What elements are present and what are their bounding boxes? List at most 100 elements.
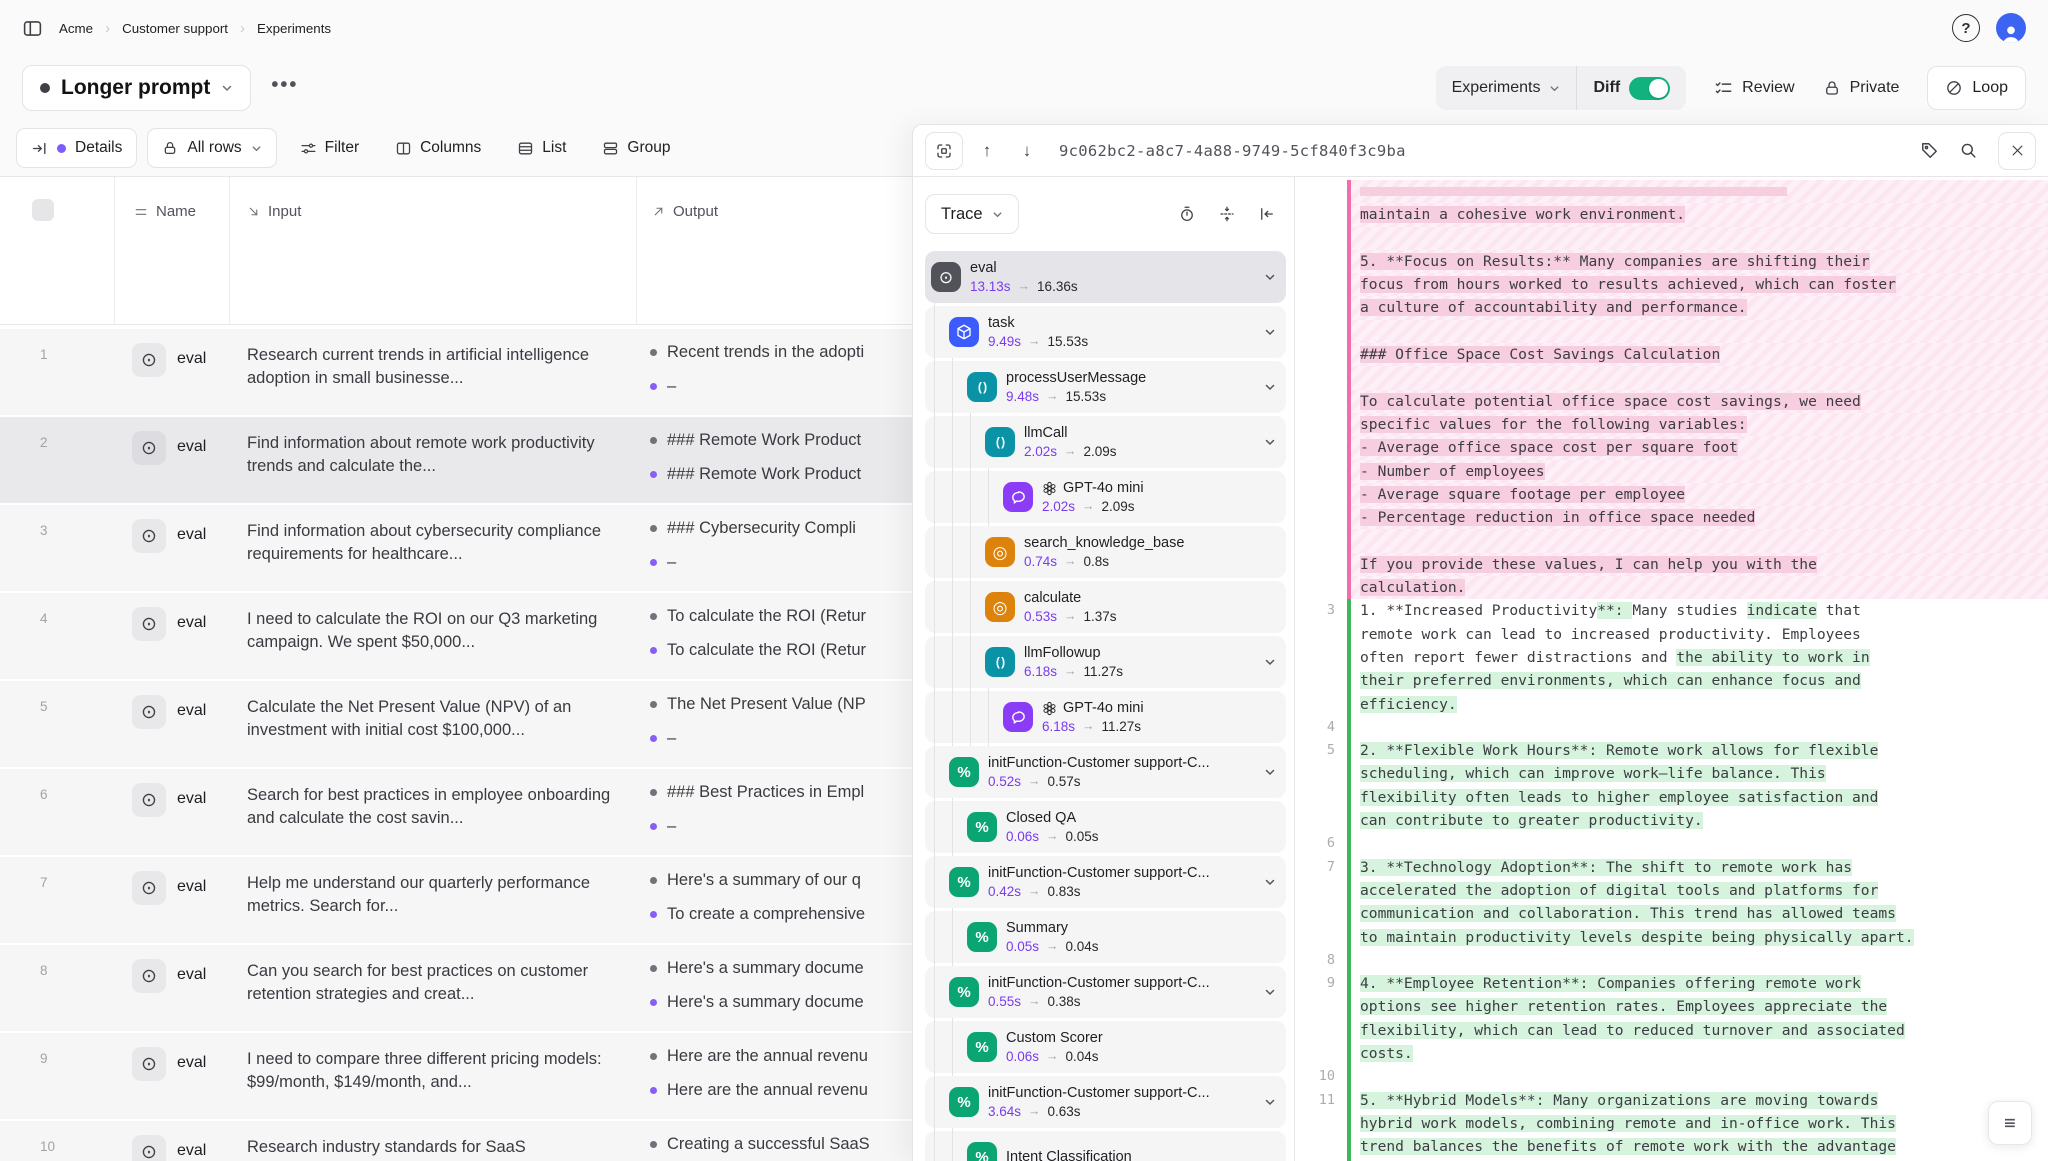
table-row[interactable]: 10⊙evalResearch industry standards for S… [0,1121,912,1161]
select-all-checkbox[interactable] [32,199,54,221]
llm-span-icon [1003,702,1033,732]
diff-added-line: to maintain productivity levels despite … [1347,926,2048,949]
all-rows-label: All rows [187,139,241,157]
details-label: Details [75,139,122,157]
group-button[interactable]: Group [589,128,683,168]
trace-span-initfunction-customer-support-c[interactable]: %initFunction-Customer support-C...0.52s… [925,746,1286,798]
trace-span-gpt-4o-mini[interactable]: GPT-4o mini6.18s→11.27s [925,691,1286,743]
trace-span-summary[interactable]: %Summary0.05s→0.04s [925,911,1286,963]
trace-span-llmfollowup[interactable]: ( )llmFollowup6.18s→11.27s [925,636,1286,688]
view-selector[interactable]: Experiments [1436,66,1577,110]
trace-span-initfunction-customer-support-c[interactable]: %initFunction-Customer support-C...0.42s… [925,856,1286,908]
output-bullet-purple [650,911,657,918]
tree-guide [961,691,979,743]
diff-row: 4 [1295,716,2048,739]
span-compare-duration: 11.27s [1084,663,1124,680]
tree-guide [943,526,961,578]
row-number: 3 [0,505,114,591]
diff-row: If you provide these values, I can help … [1295,553,2048,576]
output-bullet-gray [650,877,657,884]
loop-button[interactable]: Loop [1927,66,2026,110]
sidebar-toggle-icon[interactable] [22,18,43,39]
tag-icon[interactable] [1920,141,1939,160]
span-timing: 6.18s→11.27s [1024,663,1123,680]
more-options-button[interactable]: ••• [271,74,298,103]
span-name: task [988,314,1088,332]
previous-row-button[interactable]: ↑ [971,134,1003,168]
arrow-right-icon: → [1064,553,1077,570]
table-row[interactable]: 9⊙evalI need to compare three different … [0,1033,912,1119]
details-button[interactable]: Details [16,128,137,168]
trace-span-task[interactable]: task9.49s→15.53s [925,306,1286,358]
columns-icon [395,140,412,157]
next-row-button[interactable]: ↓ [1011,134,1043,168]
timing-icon[interactable] [1178,205,1196,223]
breadcrumb-item[interactable]: Customer support [122,21,228,36]
collapse-all-icon[interactable] [1218,205,1236,223]
column-header-output[interactable]: Output [652,203,718,220]
trace-span-calculate[interactable]: ◎calculate0.53s→1.37s [925,581,1286,633]
list-icon [517,140,534,157]
trace-span-processusermessage[interactable]: ( )processUserMessage9.48s→15.53s [925,361,1286,413]
output-bullet-purple [650,1087,657,1094]
diff-row: costs. [1295,1042,2048,1065]
breadcrumb-item[interactable]: Experiments [257,21,331,36]
trace-view-selector[interactable]: Trace [925,194,1019,234]
trace-span-search-knowledge-base[interactable]: ◎search_knowledge_base0.74s→0.8s [925,526,1286,578]
table-row[interactable]: 1⊙evalResearch current trends in artific… [0,329,912,415]
columns-button[interactable]: Columns [382,128,494,168]
trace-span-closed-qa[interactable]: %Closed QA0.06s→0.05s [925,801,1286,853]
view-selector-label: Experiments [1452,79,1541,97]
collapse-panel-icon[interactable] [1258,205,1276,223]
span-name: initFunction-Customer support-C... [988,864,1210,882]
trace-span-custom-scorer[interactable]: %Custom Scorer0.06s→0.04s [925,1021,1286,1073]
removed-text: a culture of accountability and performa… [1360,299,1747,316]
experiment-selector[interactable]: Longer prompt [22,65,251,111]
table-row[interactable]: 3⊙evalFind information about cybersecuri… [0,505,912,591]
column-header-name[interactable]: Name [134,203,196,220]
unchanged-text: that [1817,602,1861,619]
review-button[interactable]: Review [1714,79,1794,98]
column-header-input[interactable]: Input [247,203,301,220]
span-name: initFunction-Customer support-C... [988,974,1210,992]
diff-line-number: 11 [1295,1089,1347,1112]
diff-line-number [1295,273,1347,296]
diff-line-number: 4 [1295,716,1347,739]
all-rows-filter[interactable]: All rows [147,128,276,168]
breadcrumb-item[interactable]: Acme [59,21,93,36]
table-row[interactable]: 2⊙evalFind information about remote work… [0,417,912,503]
help-icon[interactable]: ? [1952,14,1980,42]
diff-row: specific values for the following variab… [1295,413,2048,436]
output-line: To create a comprehensive [650,903,912,925]
table-row[interactable]: 4⊙evalI need to calculate the ROI on our… [0,593,912,679]
table-row[interactable]: 5⊙evalCalculate the Net Present Value (N… [0,681,912,767]
table-row[interactable]: 8⊙evalCan you search for best practices … [0,945,912,1031]
expand-trace-button[interactable] [925,132,963,170]
row-input: I need to calculate the ROI on our Q3 ma… [229,593,636,679]
diff-toggle[interactable] [1629,77,1670,100]
trace-span-intent-classification[interactable]: %Intent Classification [925,1131,1286,1161]
list-button[interactable]: List [504,128,579,168]
close-panel-button[interactable] [1998,132,2036,170]
function-span-icon: ( ) [967,372,997,402]
span-compare-duration: 16.36s [1037,278,1078,295]
trace-span-eval[interactable]: ⊙eval13.13s→16.36s [925,251,1286,303]
output-line: ### Remote Work Product [650,463,912,485]
filter-button[interactable]: Filter [287,128,372,168]
private-button[interactable]: Private [1823,79,1900,97]
diff-line-number [1295,902,1347,925]
search-icon[interactable] [1959,141,1978,160]
row-input: Research current trends in artificial in… [229,329,636,415]
trace-span-llmcall[interactable]: ( )llmCall2.02s→2.09s [925,416,1286,468]
trace-span-initfunction-customer-support-c[interactable]: %initFunction-Customer support-C...3.64s… [925,1076,1286,1128]
diff-line-number [1295,203,1347,226]
trace-span-gpt-4o-mini[interactable]: GPT-4o mini2.02s→2.09s [925,471,1286,523]
list-label: List [542,139,566,157]
trace-span-initfunction-customer-support-c[interactable]: %initFunction-Customer support-C...0.55s… [925,966,1286,1018]
view-diff-group: Experiments Diff [1436,66,1687,110]
table-row[interactable]: 7⊙evalHelp me understand our quarterly p… [0,857,912,943]
table-row[interactable]: 6⊙evalSearch for best practices in emplo… [0,769,912,855]
diff-added-line: hybrid work models, combining remote and… [1347,1112,2048,1135]
avatar[interactable] [1996,13,2026,43]
log-details-button[interactable]: ≡ [1988,1101,2032,1145]
